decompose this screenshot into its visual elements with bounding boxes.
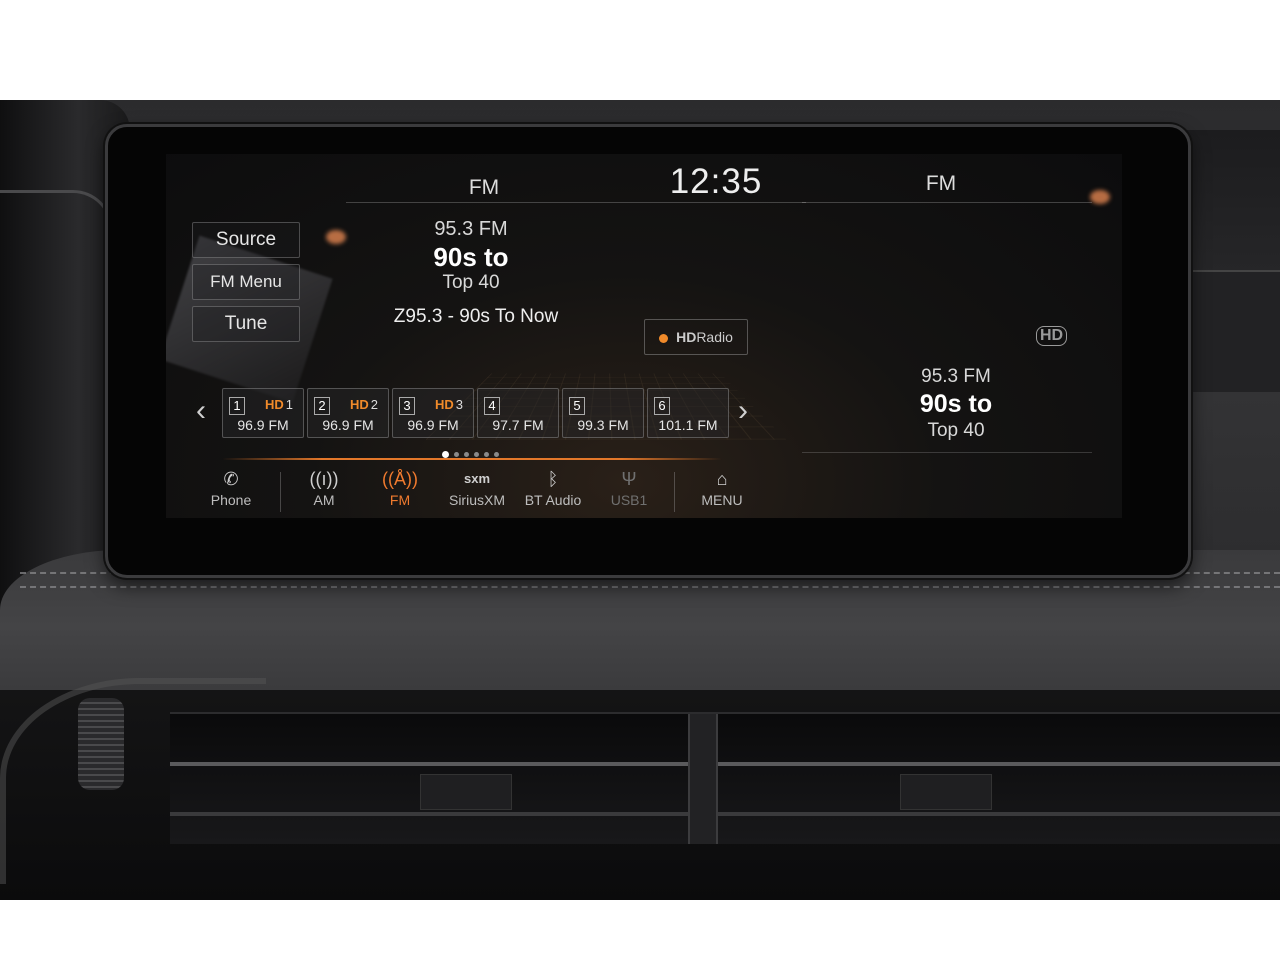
source-siriusxm[interactable]: sxm SiriusXM [442, 466, 512, 508]
screen-glare [326, 230, 346, 244]
source-usb1[interactable]: Ψ USB1 [594, 466, 664, 508]
station-name: 90s to [433, 242, 509, 272]
preset-button-4[interactable]: 4 97.7 FM [477, 388, 559, 438]
bluetooth-icon: ᛒ [547, 469, 559, 489]
page-dot [464, 452, 469, 458]
hd-logo-icon: HD [1036, 326, 1068, 346]
right-station-name-line2: Top 40 [927, 420, 985, 441]
right-station-name: 90s to [919, 390, 993, 418]
source-label: AM [313, 492, 335, 508]
antenna-active-icon: ((Å)) [382, 469, 418, 489]
preset-frequency: 96.9 FM [407, 417, 459, 433]
hd-channel-icon: HD 2 [350, 397, 379, 412]
accent-divider [222, 458, 722, 460]
preset-number: 6 [654, 397, 670, 415]
vent-tab[interactable] [420, 774, 512, 810]
stitching [20, 586, 1280, 588]
vent-divider [688, 714, 718, 844]
hd-channel: 3 [455, 397, 464, 412]
right-station-frequency: 95.3 FM [921, 366, 991, 387]
preset-frequency: 97.7 FM [492, 417, 544, 433]
vent-slat [170, 812, 1280, 816]
source-am[interactable]: ((ı)) AM [289, 466, 359, 508]
infotainment-screen: FM 12:35 FM Source FM Menu Tune 95.3 FM … [166, 154, 1122, 518]
preset-page-indicator [442, 446, 512, 459]
header-divider [346, 202, 806, 203]
source-button[interactable]: Source [192, 222, 300, 258]
preset-frequency: 96.9 FM [322, 417, 374, 433]
preset-number: 1 [229, 397, 245, 415]
hd-radio-button[interactable]: HDRadio [644, 319, 748, 355]
preset-number: 2 [314, 397, 330, 415]
preset-frequency: 101.1 FM [658, 417, 718, 433]
source-separator [674, 472, 675, 512]
tune-button[interactable]: Tune [192, 306, 300, 342]
hd-channel: 1 [285, 397, 294, 412]
hd-radio-indicator [659, 333, 669, 343]
menu-button[interactable]: ⌂ MENU [687, 466, 757, 508]
clock: 12:35 [669, 162, 763, 201]
hd-channel: 2 [370, 397, 379, 412]
right-panel-divider [802, 452, 1092, 453]
usb-icon: Ψ [621, 469, 637, 489]
header-divider [802, 202, 1092, 203]
station-name-line2: Top 40 [442, 272, 500, 293]
air-vent [170, 712, 1280, 844]
source-label: FM [389, 492, 411, 508]
source-separator [280, 472, 281, 512]
sxm-icon: sxm [463, 471, 491, 486]
preset-number: 5 [569, 397, 585, 415]
volume-knob[interactable] [78, 698, 124, 790]
preset-frequency: 96.9 FM [237, 417, 289, 433]
hd-logo-icon: HD [676, 329, 697, 345]
page-dot [454, 452, 459, 458]
hd-channel-icon: HD 3 [435, 397, 464, 412]
source-label-right: FM [925, 172, 957, 195]
screen-glare [1090, 190, 1110, 204]
fm-menu-button[interactable]: FM Menu [192, 264, 300, 300]
station-title: Z95.3 - 90s To Now [393, 306, 559, 327]
phone-icon: ✆ [223, 469, 239, 489]
preset-button-3[interactable]: 3 HD 3 96.9 FM [392, 388, 474, 438]
preset-button-6[interactable]: 6 101.1 FM [647, 388, 729, 438]
source-fm[interactable]: ((Å)) FM [365, 466, 435, 508]
preset-prev-icon[interactable]: ‹ [196, 394, 206, 428]
vent-slat [170, 762, 1280, 766]
preset-number: 3 [399, 397, 415, 415]
preset-next-icon[interactable]: › [738, 394, 748, 428]
hd-channel-icon: HD 1 [265, 397, 294, 412]
preset-button-5[interactable]: 5 99.3 FM [562, 388, 644, 438]
page-dot [484, 452, 489, 458]
preset-number: 4 [484, 397, 500, 415]
station-frequency: 95.3 FM [434, 218, 508, 240]
page-dot [494, 452, 499, 458]
vent-tab[interactable] [900, 774, 992, 810]
source-bt-audio[interactable]: ᛒ BT Audio [518, 466, 588, 508]
source-label: SiriusXM [448, 492, 505, 508]
preset-button-2[interactable]: 2 HD 2 96.9 FM [307, 388, 389, 438]
source-label-left: FM [468, 176, 500, 199]
antenna-icon: ((ı)) [309, 469, 339, 489]
source-label: Phone [210, 492, 252, 508]
home-icon: ⌂ [716, 469, 728, 489]
preset-frequency: 99.3 FM [577, 417, 629, 433]
source-label: USB1 [610, 492, 648, 508]
source-label: BT Audio [524, 492, 582, 508]
hd-radio-label: Radio [696, 329, 733, 345]
source-phone[interactable]: ✆ Phone [196, 466, 266, 508]
page-dot [474, 452, 479, 458]
source-label: MENU [701, 492, 743, 508]
preset-button-1[interactable]: 1 HD 1 96.9 FM [222, 388, 304, 438]
